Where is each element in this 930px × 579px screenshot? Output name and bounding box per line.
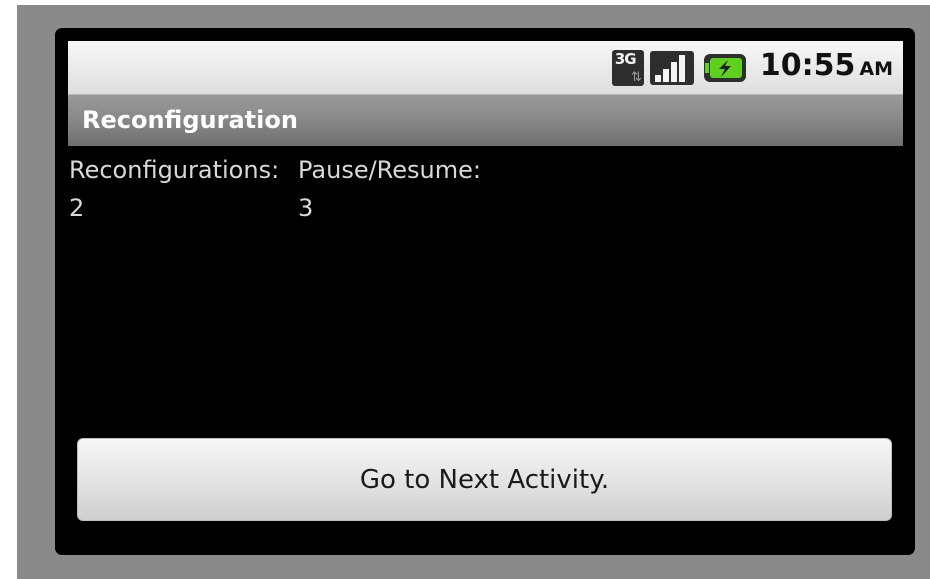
status-bar: 3G ⇅ 10:55 AM [68,41,903,94]
reconfigurations-label: Reconfigurations: [69,156,280,184]
pause-resume-value: 3 [298,194,314,222]
clock-ampm: AM [859,58,893,80]
title-bar: Reconfiguration [68,94,903,146]
reconfigurations-value: 2 [69,194,85,222]
status-clock: 10:55 AM [760,39,893,96]
activity-title: Reconfiguration [82,106,298,134]
next-activity-button-label: Go to Next Activity. [359,464,610,495]
pause-resume-label: Pause/Resume: [298,156,481,184]
status-icons: 3G ⇅ 10:55 AM [611,39,893,96]
clock-time: 10:55 [759,48,856,83]
data-activity-icon: ⇅ [630,69,642,85]
next-activity-button[interactable]: Go to Next Activity. [77,438,892,521]
network-type-label: 3G [614,49,637,68]
signal-strength-icon [649,50,694,85]
battery-charging-icon [703,53,746,82]
3g-data-icon: 3G ⇅ [611,49,644,86]
